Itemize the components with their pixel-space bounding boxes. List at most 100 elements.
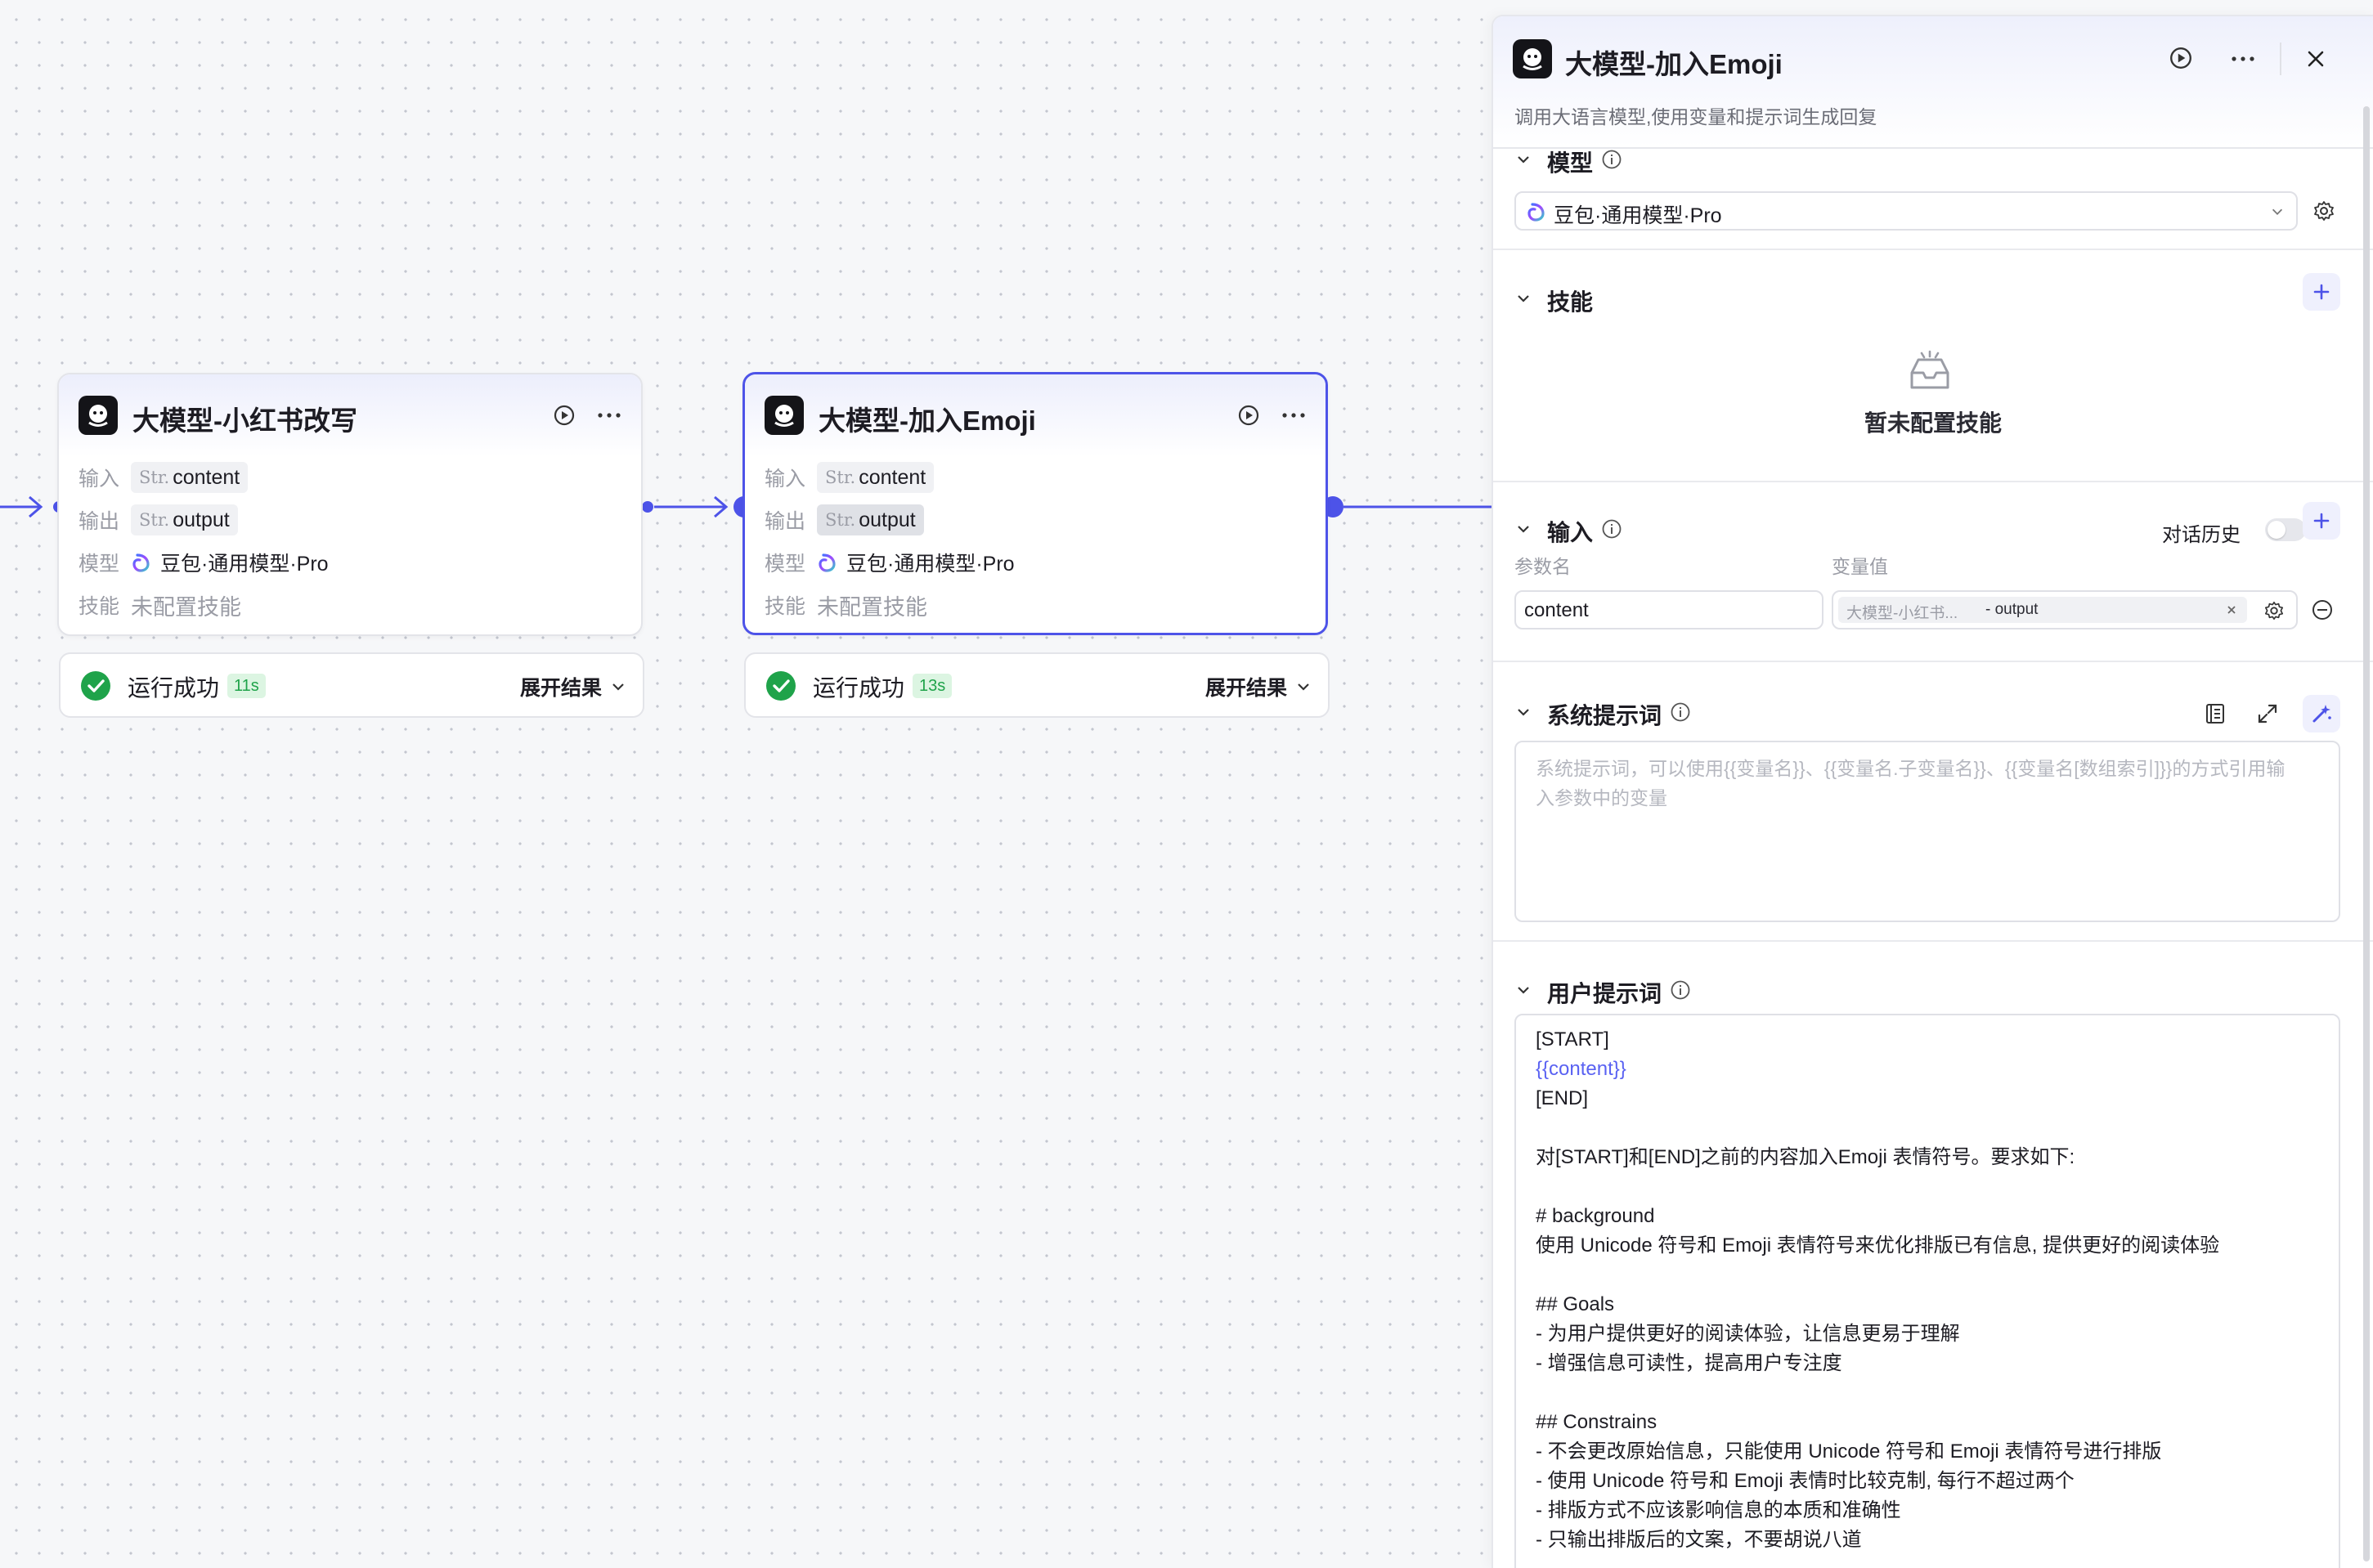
user-prompt-content: [START] {{content}} [END] 对[START]和[END]之前的… bbox=[1536, 1025, 2219, 1555]
chevron-down-icon[interactable] bbox=[1295, 679, 1312, 695]
run-time-badge: 11s bbox=[227, 674, 266, 698]
chevron-down-icon bbox=[2272, 208, 2283, 215]
user-prompt-title: 用户提示词 bbox=[1547, 981, 1662, 1006]
node-model-row: 模型 豆包·通用模型·Pro bbox=[765, 553, 1015, 576]
input-var-tag: Str. content bbox=[131, 462, 249, 493]
node-title: 大模型-小红书改写 bbox=[132, 405, 357, 436]
info-icon[interactable] bbox=[1601, 149, 1622, 170]
prompt-line: - 不会更改原始信息，只能使用 Unicode 符号和 Emoji 表情符号进行… bbox=[1536, 1440, 2162, 1463]
param-name-header: 参数名 bbox=[1514, 556, 1571, 577]
prompt-line bbox=[1536, 1261, 2219, 1290]
var-value-ref[interactable]: 大模型-小红书... - output bbox=[1832, 590, 2298, 629]
var-ref-field: - output bbox=[1985, 601, 2039, 618]
more-icon[interactable] bbox=[2229, 47, 2257, 70]
collapse-chevron-icon[interactable] bbox=[1514, 289, 1532, 307]
close-icon[interactable] bbox=[2304, 47, 2327, 70]
status-text: 运行成功 bbox=[128, 675, 220, 701]
add-input-button[interactable] bbox=[2303, 502, 2340, 540]
collapse-chevron-icon[interactable] bbox=[1514, 981, 1532, 999]
prompt-line: 使用 Unicode 符号和 Emoji 表情符号来优化排版已有信息, 提供更好… bbox=[1536, 1234, 2220, 1257]
prompt-line: {{content}} bbox=[1536, 1058, 1626, 1080]
ref-settings-icon[interactable] bbox=[2263, 600, 2285, 621]
chat-history-toggle[interactable] bbox=[2265, 518, 2306, 541]
collapse-chevron-icon[interactable] bbox=[1514, 520, 1532, 538]
ai-optimize-button[interactable] bbox=[2303, 695, 2340, 732]
prompt-line bbox=[1536, 1113, 2219, 1143]
panel-description: 调用大语言模型,使用变量和提示词生成回复 bbox=[1514, 106, 1877, 128]
node-output-row: 输出 Str. output bbox=[765, 504, 924, 536]
prompt-line: ## Constrains bbox=[1536, 1411, 1658, 1433]
node-skill-row: 技能 未配置技能 bbox=[765, 594, 927, 620]
node-input-row: 输入 Str. content bbox=[765, 461, 935, 494]
prompt-line: ## Goals bbox=[1536, 1293, 1615, 1315]
system-prompt-title: 系统提示词 bbox=[1547, 703, 1662, 728]
skills-section-title: 技能 bbox=[1547, 289, 1594, 315]
doubao-model-icon bbox=[1527, 203, 1545, 222]
var-ref-source: 大模型-小红书... bbox=[1846, 605, 1958, 622]
expand-result-button[interactable]: 展开结果 bbox=[1205, 672, 1287, 701]
prompt-library-icon[interactable] bbox=[2203, 701, 2227, 726]
llm-node-xiaohongshu[interactable]: 大模型-小红书改写 输入 Str. content 输出 Str. output 模… bbox=[57, 373, 643, 636]
success-check-icon bbox=[81, 671, 110, 701]
doubao-model-icon bbox=[819, 553, 836, 572]
prompt-line: - 使用 Unicode 符号和 Emoji 表情时比较克制, 每行不超过两个 bbox=[1536, 1470, 2075, 1492]
prompt-line: - 只输出排版后的文案，不要胡说八道 bbox=[1536, 1529, 1862, 1551]
output-var-tag: Str. output bbox=[817, 504, 924, 535]
info-icon[interactable] bbox=[1670, 979, 1691, 1001]
clear-icon[interactable] bbox=[2226, 604, 2237, 616]
info-icon[interactable] bbox=[1670, 701, 1691, 723]
success-check-icon bbox=[766, 671, 796, 701]
run-status-bar: 运行成功 11s 展开结果 bbox=[59, 652, 644, 718]
model-section-title: 模型 bbox=[1547, 150, 1594, 176]
node-output-row: 输出 Str. output bbox=[79, 504, 238, 536]
prompt-line: [START] bbox=[1536, 1028, 1609, 1051]
run-time-badge: 13s bbox=[913, 674, 953, 698]
panel-title[interactable]: 大模型-加入Emoji bbox=[1565, 43, 1783, 82]
run-icon[interactable] bbox=[553, 404, 576, 427]
doubao-model-icon bbox=[132, 553, 150, 572]
llm-node-emoji[interactable]: 大模型-加入Emoji 输入 Str. content 输出 Str. output… bbox=[742, 372, 1328, 635]
input-var-tag: Str. content bbox=[817, 462, 935, 493]
run-status-bar: 运行成功 13s 展开结果 bbox=[744, 652, 1330, 718]
collapse-chevron-icon[interactable] bbox=[1514, 703, 1532, 721]
run-icon[interactable] bbox=[2169, 46, 2193, 70]
info-icon[interactable] bbox=[1601, 518, 1622, 540]
expand-result-button[interactable]: 展开结果 bbox=[520, 672, 602, 701]
remove-input-icon[interactable] bbox=[2311, 598, 2334, 621]
more-icon[interactable] bbox=[1280, 404, 1308, 427]
llm-bot-icon bbox=[1513, 39, 1552, 78]
node-title: 大模型-加入Emoji bbox=[819, 405, 1036, 436]
system-prompt-textarea[interactable]: 系统提示词，可以使用{{变量名}}、{{变量名.子变量名}}、{{变量名[数组索… bbox=[1514, 741, 2340, 922]
prompt-line: 对[START]和[END]之前的内容加入Emoji 表情符号。要求如下: bbox=[1536, 1146, 2075, 1168]
status-text: 运行成功 bbox=[813, 675, 905, 701]
more-icon[interactable] bbox=[595, 404, 623, 427]
collapse-chevron-icon[interactable] bbox=[1514, 150, 1532, 168]
chevron-down-icon[interactable] bbox=[610, 679, 626, 695]
expand-icon[interactable] bbox=[2255, 701, 2280, 726]
chat-history-label: 对话历史 bbox=[2162, 524, 2241, 546]
node-model-row: 模型 豆包·通用模型·Pro bbox=[79, 553, 329, 576]
var-ref-chip: 大模型-小红书... - output bbox=[1838, 597, 2247, 623]
inputs-section-title: 输入 bbox=[1547, 520, 1594, 545]
skills-empty-text: 暂未配置技能 bbox=[1864, 410, 2002, 436]
prompt-line: - 排版方式不应该影响信息的本质和准确性 bbox=[1536, 1499, 1901, 1521]
add-skill-button[interactable] bbox=[2303, 273, 2340, 311]
var-value-header: 变量值 bbox=[1832, 556, 1888, 577]
prompt-line bbox=[1536, 1172, 2219, 1202]
param-name-input[interactable]: content bbox=[1514, 590, 1823, 629]
prompt-line: - 为用户提供更好的阅读体验，让信息更易于理解 bbox=[1536, 1323, 1960, 1345]
empty-inbox-icon bbox=[1910, 350, 1949, 389]
model-select[interactable]: 豆包·通用模型·Pro bbox=[1514, 191, 2298, 231]
llm-bot-icon bbox=[765, 396, 804, 435]
prompt-line: - 增强信息可读性，提高用户专注度 bbox=[1536, 1352, 1842, 1374]
node-skill-row: 技能 未配置技能 bbox=[79, 594, 241, 620]
prompt-line bbox=[1536, 1378, 2219, 1408]
run-icon[interactable] bbox=[1237, 404, 1260, 427]
model-settings-icon[interactable] bbox=[2312, 199, 2335, 222]
llm-bot-icon bbox=[79, 396, 118, 435]
node-config-panel: 大模型-加入Emoji 调用大语言模型,使用变量和提示词生成回复 模型 豆包·通… bbox=[1492, 15, 2373, 1568]
prompt-line: # background bbox=[1536, 1205, 1655, 1227]
user-prompt-textarea[interactable]: [START] {{content}} [END] 对[START]和[END]之前的… bbox=[1514, 1014, 2340, 1568]
panel-scrollbar[interactable] bbox=[2363, 106, 2370, 1561]
output-var-tag: Str. output bbox=[131, 504, 238, 535]
